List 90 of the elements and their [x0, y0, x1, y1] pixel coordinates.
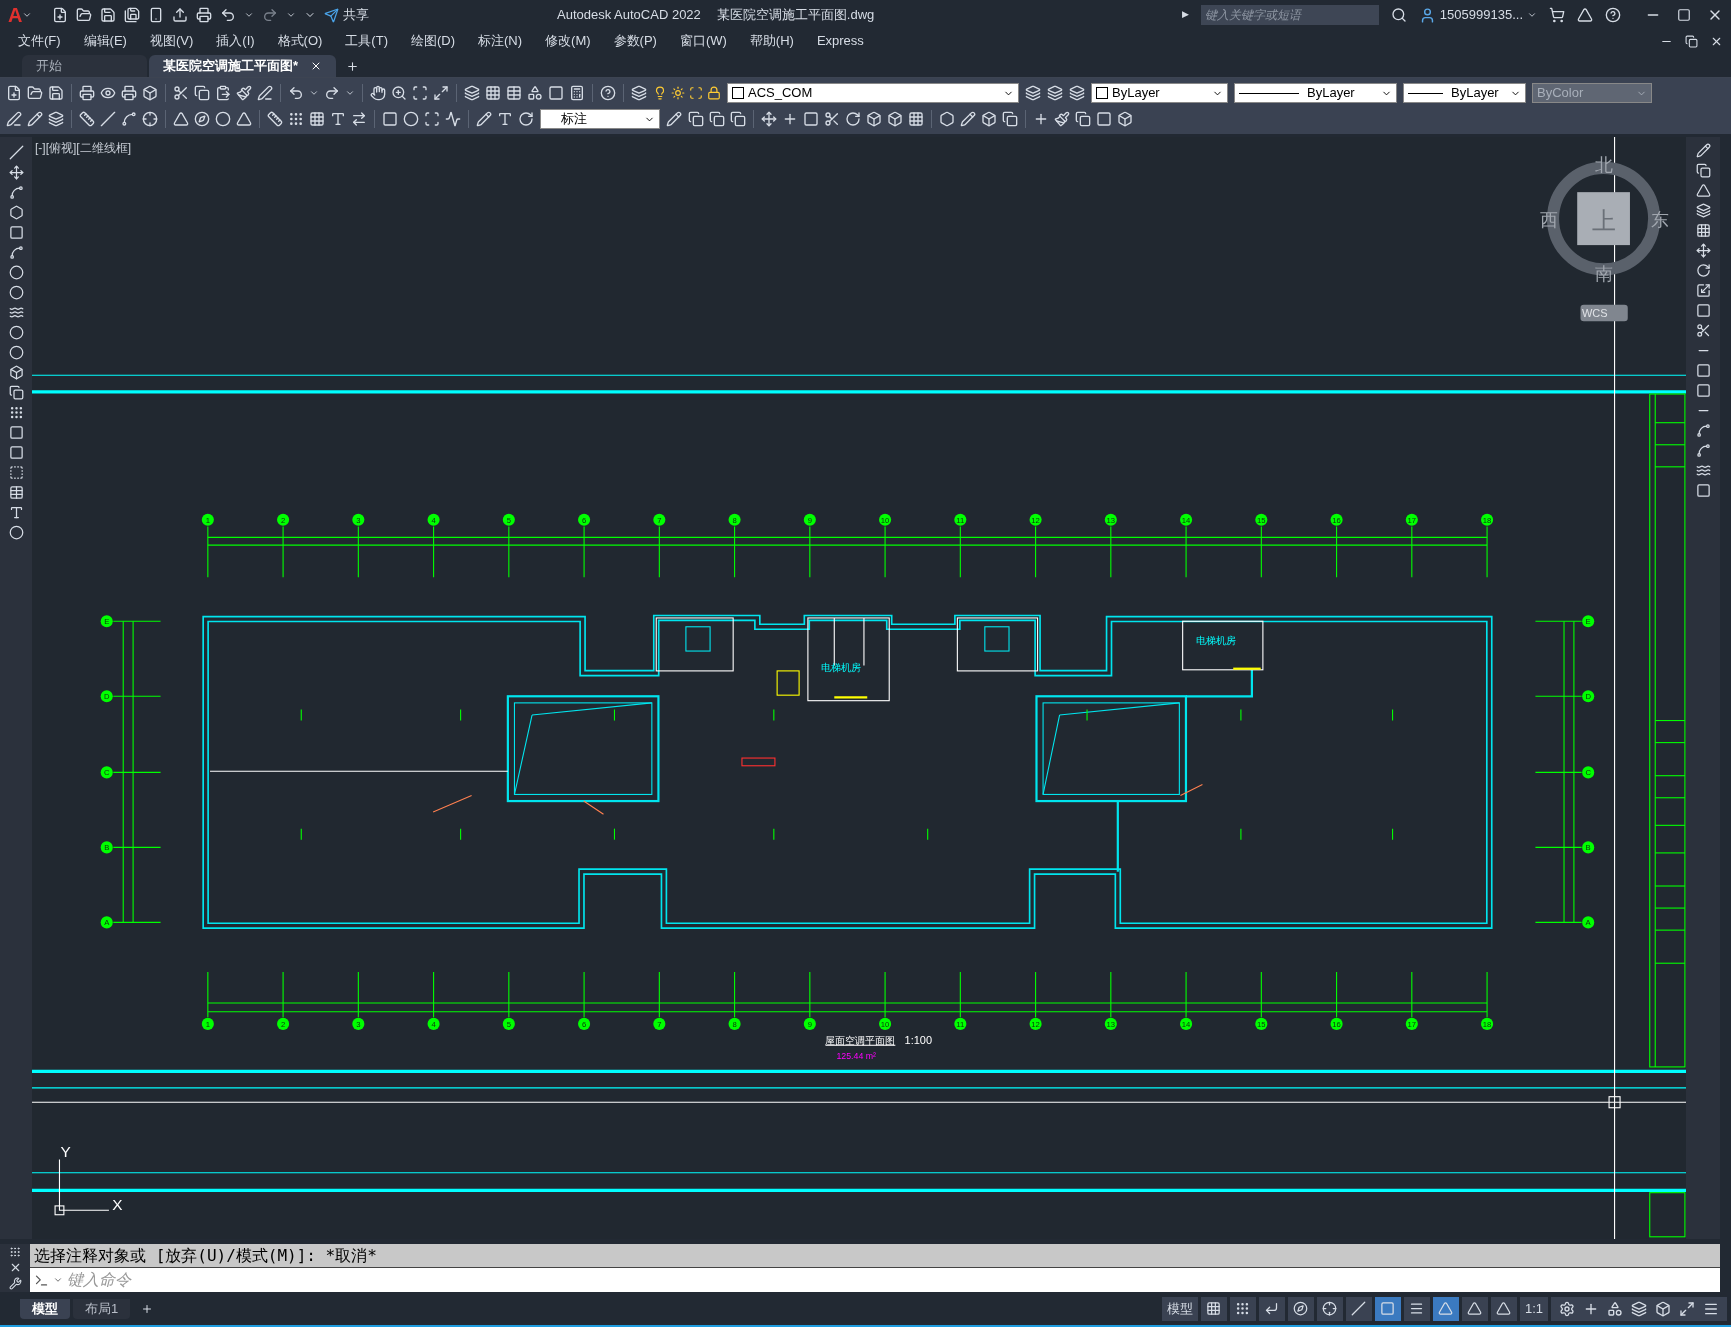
axis-label: 4 — [427, 1017, 440, 1030]
dimension-style-dropdown[interactable]: 标注 — [540, 109, 660, 129]
viewport-controls[interactable]: [-][俯视][二维线框] — [35, 139, 131, 157]
file-name: 某医院空调施工平面图.dwg — [716, 6, 875, 25]
annotation-scale-button[interactable]: 1:1 — [1519, 1296, 1548, 1321]
room-label: 电梯机房 — [1195, 635, 1236, 647]
axis-label: 13 — [1104, 1017, 1117, 1030]
menu-item[interactable]: 文件(F) — [18, 31, 61, 51]
axis-label: 11 — [954, 513, 967, 526]
axis-label: 3 — [352, 513, 365, 526]
user-name[interactable]: 1505999135... — [1439, 5, 1523, 25]
lineweight-dropdown[interactable]: ByLayer — [1403, 83, 1526, 103]
axis-y-label: Y — [60, 1143, 71, 1161]
axis-label: 1 — [201, 1017, 214, 1030]
menu-item[interactable]: 视图(V) — [149, 31, 194, 51]
menu-item[interactable]: 标注(N) — [478, 31, 523, 51]
axis-label: 15 — [1255, 513, 1268, 526]
command-line-field[interactable]: 键入命令 — [67, 1268, 1720, 1292]
axis-label: C — [1582, 766, 1595, 779]
axis-label: 2 — [277, 1017, 290, 1030]
axis-x-label: X — [112, 1196, 123, 1214]
axis-label: 2 — [277, 513, 290, 526]
axis-label: 18 — [1481, 1017, 1494, 1030]
axis-label: 11 — [954, 1017, 967, 1030]
axis-label: 8 — [728, 1017, 741, 1030]
app-title: Autodesk AutoCAD 2022 — [557, 6, 701, 25]
document-tab[interactable]: 某医院空调施工平面图* — [149, 55, 337, 77]
menu-item[interactable]: 参数(P) — [613, 31, 657, 51]
axis-label: B — [1582, 841, 1595, 854]
compass-east[interactable]: 东 — [1650, 210, 1669, 231]
axis-label: 12 — [1029, 1017, 1042, 1030]
room-label: 电梯机房 — [820, 661, 861, 673]
menu-item[interactable]: 帮助(H) — [749, 31, 794, 51]
color-dropdown[interactable]: ByLayer — [1091, 83, 1228, 103]
layout-tab[interactable]: 布局1 — [73, 1298, 131, 1319]
document-tab[interactable]: 开始 — [22, 55, 147, 77]
axis-label: E — [1582, 615, 1595, 628]
axis-label: A — [1582, 916, 1595, 929]
axis-label: 1 — [201, 513, 214, 526]
axis-label: 3 — [352, 1017, 365, 1030]
axis-label: 14 — [1180, 1017, 1193, 1030]
axis-label: 5 — [502, 1017, 515, 1030]
axis-label: 10 — [879, 513, 892, 526]
drawing-title: 屋面空调平面图 — [825, 1034, 896, 1046]
menu-item[interactable]: 工具(T) — [345, 31, 388, 51]
axis-label: 4 — [427, 513, 440, 526]
axis-label: 16 — [1330, 1017, 1343, 1030]
axis-label: E — [100, 615, 113, 628]
axis-label: C — [100, 766, 113, 779]
axis-label: 17 — [1405, 513, 1418, 526]
compass-south[interactable]: 南 — [1594, 264, 1613, 285]
axis-label: 13 — [1104, 513, 1117, 526]
search-field[interactable]: 键入关键字或短语 — [1200, 5, 1379, 25]
axis-label: 9 — [803, 513, 816, 526]
menu-item[interactable]: 编辑(E) — [83, 31, 127, 51]
axis-label: 10 — [879, 1017, 892, 1030]
axis-label: B — [100, 841, 113, 854]
axis-label: 16 — [1330, 513, 1343, 526]
axis-label: 17 — [1405, 1017, 1418, 1030]
axis-label: 6 — [578, 513, 591, 526]
area-label: 125.44 m² — [836, 1051, 876, 1062]
axis-label: 14 — [1180, 513, 1193, 526]
menu-item[interactable]: 插入(I) — [216, 31, 255, 51]
axis-label: 7 — [653, 1017, 666, 1030]
view-cube-face-label: 上 — [1591, 206, 1616, 234]
compass-west[interactable]: 西 — [1539, 210, 1558, 231]
menu-item[interactable]: 修改(M) — [545, 31, 591, 51]
axis-label: 18 — [1481, 513, 1494, 526]
layer-dropdown[interactable]: ACS_COM — [727, 83, 1019, 103]
menu-item[interactable]: Express — [816, 31, 864, 51]
axis-label: 9 — [803, 1017, 816, 1030]
axis-label: D — [100, 690, 113, 703]
model-space-button[interactable]: 模型 — [1161, 1296, 1198, 1321]
axis-label: 15 — [1255, 1017, 1268, 1030]
axis-label: A — [100, 916, 113, 929]
menu-item[interactable]: 绘图(D) — [410, 31, 455, 51]
command-history: 选择注释对象或 [放弃(U)/模式(M)]: *取消* — [30, 1244, 1720, 1268]
drawing-scale: 1:100 — [904, 1033, 933, 1046]
menu-item[interactable]: 格式(O) — [277, 31, 323, 51]
menu-item[interactable]: 窗口(W) — [679, 31, 727, 51]
axis-label: 7 — [653, 513, 666, 526]
linetype-dropdown[interactable]: ByLayer — [1234, 83, 1397, 103]
axis-label: 8 — [728, 513, 741, 526]
layout-tab[interactable]: 模型 — [20, 1298, 70, 1319]
expand-arrow[interactable]: ▶ — [1181, 8, 1189, 22]
share-button[interactable]: 共享 — [324, 5, 370, 25]
axis-label: 12 — [1029, 513, 1042, 526]
axis-label: 5 — [502, 513, 515, 526]
axis-label: 6 — [578, 1017, 591, 1030]
axis-label: D — [1582, 690, 1595, 703]
